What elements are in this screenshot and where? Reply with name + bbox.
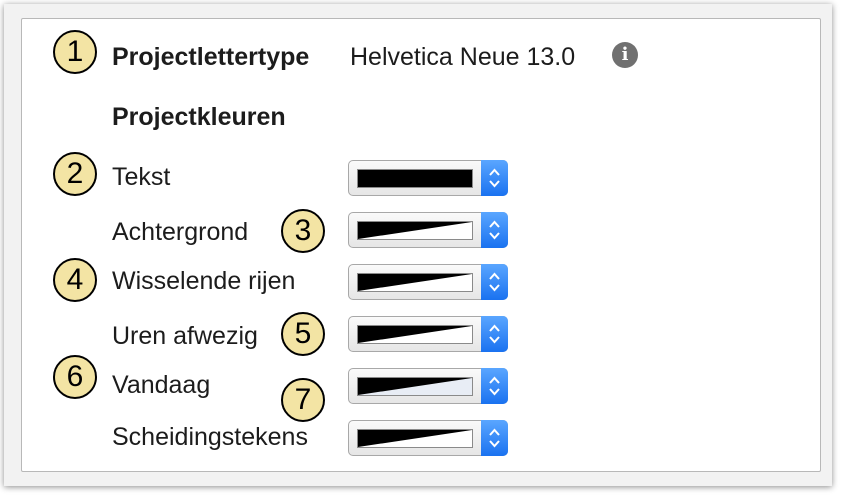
color-well-background[interactable] (348, 212, 508, 248)
callout-3: 3 (281, 209, 325, 253)
callout-5: 5 (281, 312, 325, 356)
color-swatch (357, 273, 473, 292)
color-well-text[interactable] (348, 160, 508, 196)
color-swatch (357, 325, 473, 344)
project-colors-heading: Projectkleuren (112, 103, 286, 131)
color-label-today: Vandaag (112, 371, 211, 399)
chevron-updown-icon[interactable] (481, 420, 508, 456)
chevron-updown-icon[interactable] (481, 264, 508, 300)
color-label-alternating-rows: Wisselende rijen (112, 267, 296, 295)
color-well-hours-absent[interactable] (348, 316, 508, 352)
color-well-alternating-rows[interactable] (348, 264, 508, 300)
color-swatch (357, 429, 473, 448)
color-label-text: Tekst (112, 163, 171, 191)
chevron-updown-icon[interactable] (481, 212, 508, 248)
color-swatch (357, 169, 473, 188)
project-font-label: Projectlettertype (112, 43, 310, 71)
chevron-updown-icon[interactable] (481, 316, 508, 352)
color-swatch (357, 377, 473, 396)
info-icon[interactable]: i (612, 42, 638, 68)
callout-7: 7 (281, 378, 325, 422)
color-label-hours-absent: Uren afwezig (112, 322, 258, 350)
color-label-background: Achtergrond (112, 218, 249, 246)
color-well-separators[interactable] (348, 420, 508, 456)
chevron-updown-icon[interactable] (481, 160, 508, 196)
callout-6: 6 (53, 355, 97, 399)
callout-1: 1 (53, 30, 97, 74)
color-well-today[interactable] (348, 368, 508, 404)
color-label-separators: Scheidingstekens (112, 423, 308, 451)
color-swatch (357, 221, 473, 240)
project-font-value: Helvetica Neue 13.0 (350, 43, 576, 71)
chevron-updown-icon[interactable] (481, 368, 508, 404)
callout-2: 2 (53, 152, 97, 196)
callout-4: 4 (53, 258, 97, 302)
